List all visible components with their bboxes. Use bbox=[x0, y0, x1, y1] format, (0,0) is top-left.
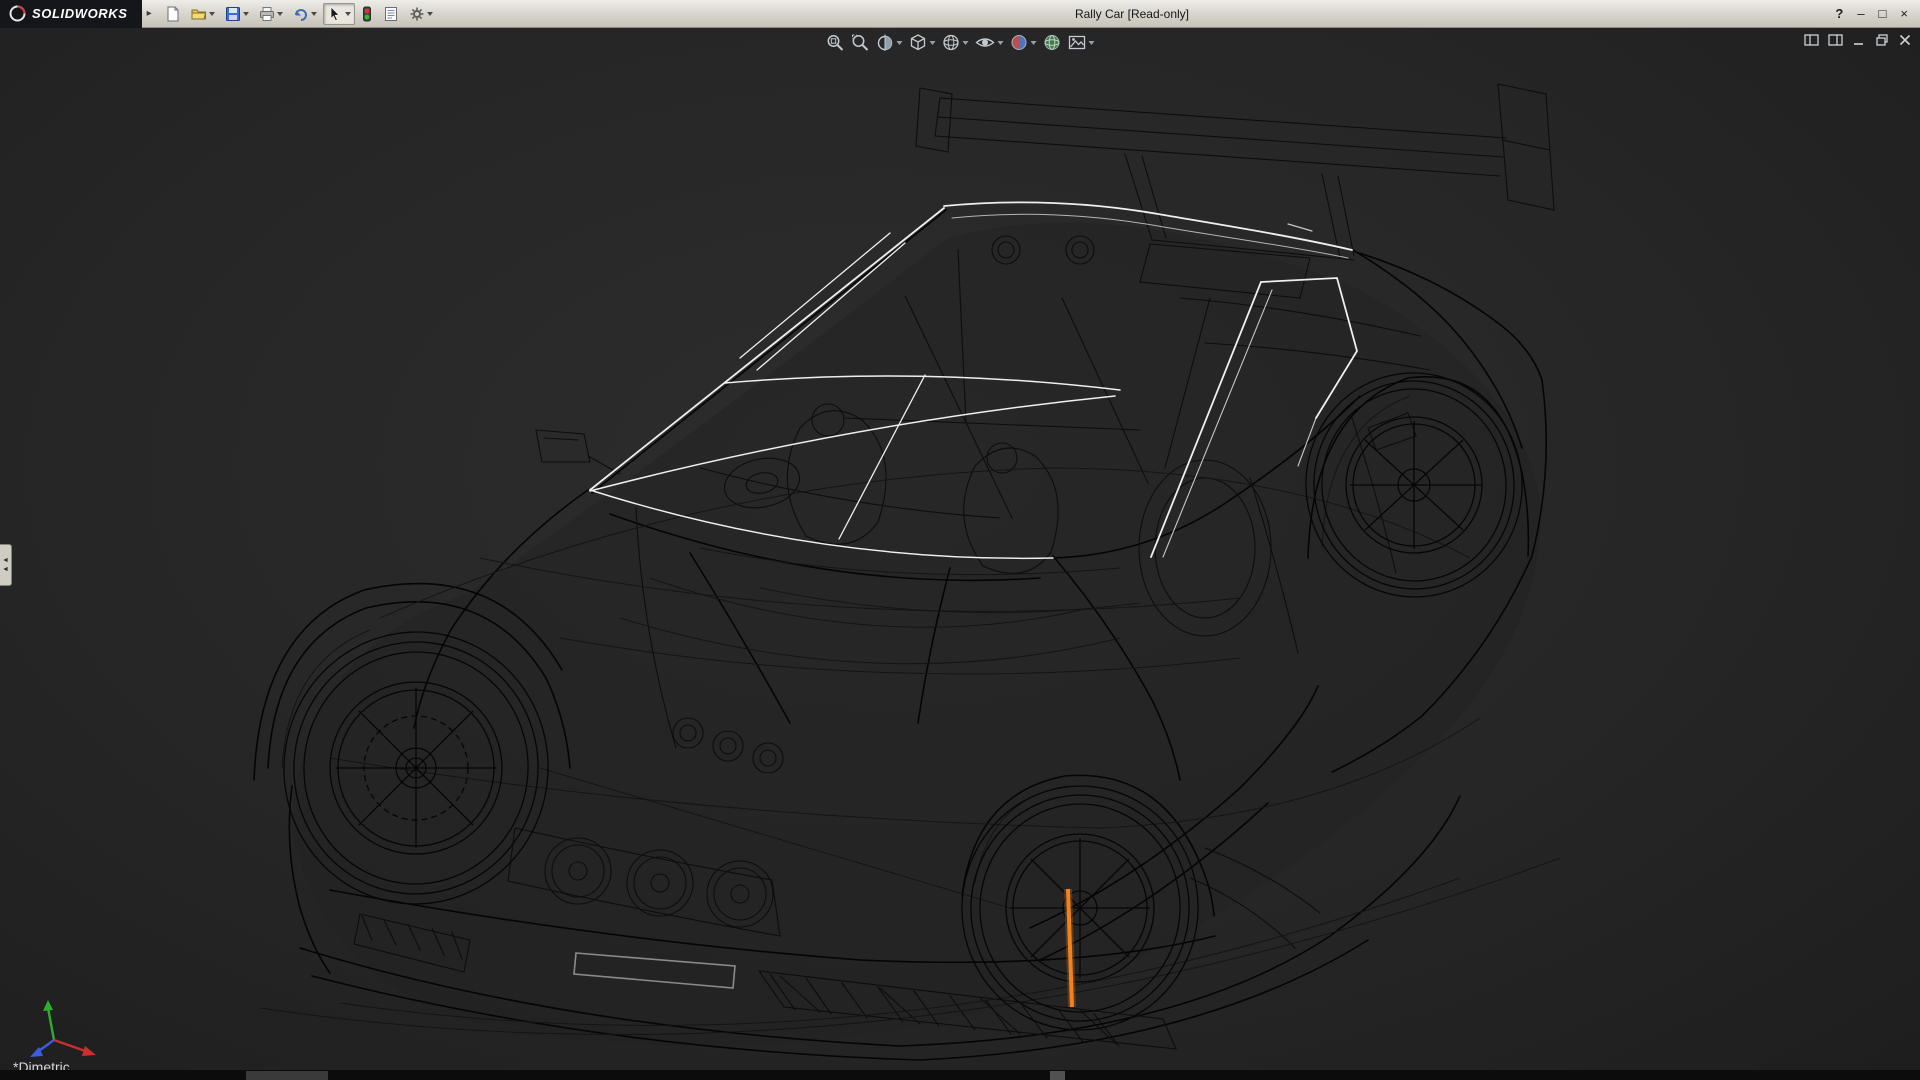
close-button[interactable]: × bbox=[1900, 0, 1908, 28]
section-view-icon bbox=[876, 33, 895, 52]
pane-left-icon bbox=[1804, 33, 1819, 47]
doc-close-button[interactable] bbox=[1898, 33, 1912, 47]
view-orientation-icon bbox=[909, 33, 928, 52]
select-button[interactable] bbox=[323, 3, 355, 25]
solidworks-window: SOLIDWORKS ▸ bbox=[0, 0, 1920, 1080]
hide-show-items-icon bbox=[975, 33, 996, 52]
pane-right-icon bbox=[1828, 33, 1843, 47]
brand-name: SOLIDWORKS bbox=[32, 6, 128, 21]
dropdown-caret-icon[interactable] bbox=[963, 41, 969, 45]
undo-button[interactable] bbox=[289, 3, 321, 25]
taskbar-fragment bbox=[246, 1071, 328, 1080]
new-document-icon bbox=[165, 6, 181, 22]
graphics-viewport[interactable]: ◄ ◄ *Dimetric bbox=[0, 28, 1920, 1070]
titlebar: SOLIDWORKS ▸ bbox=[0, 0, 1920, 28]
standard-toolbar bbox=[157, 3, 437, 25]
pane-right-button[interactable] bbox=[1828, 33, 1843, 47]
select-cursor-icon bbox=[327, 6, 343, 22]
print-button[interactable] bbox=[255, 3, 287, 25]
dropdown-caret-icon[interactable] bbox=[209, 12, 215, 16]
document-title: Rally Car [Read-only] bbox=[437, 7, 1828, 21]
dropdown-caret-icon[interactable] bbox=[1031, 41, 1037, 45]
rebuild-stoplight-icon bbox=[361, 6, 373, 22]
model-viewport-canvas[interactable] bbox=[0, 28, 1920, 1070]
new-document-button[interactable] bbox=[161, 3, 185, 25]
dropdown-caret-icon[interactable] bbox=[345, 12, 351, 16]
open-folder-icon bbox=[191, 6, 207, 22]
minimize-button[interactable]: – bbox=[1857, 0, 1864, 28]
file-properties-button[interactable] bbox=[379, 3, 403, 25]
doc-restore-icon bbox=[1875, 33, 1889, 47]
taskbar-strip bbox=[0, 1070, 1920, 1080]
panel-collapse-arrow-icon: ◄ bbox=[2, 556, 9, 565]
dropdown-caret-icon[interactable] bbox=[243, 12, 249, 16]
dropdown-caret-icon[interactable] bbox=[277, 12, 283, 16]
car-body-shade bbox=[292, 222, 1541, 1045]
3ds-logo-icon bbox=[9, 5, 26, 22]
zoom-to-fit-icon bbox=[826, 33, 845, 52]
dropdown-caret-icon[interactable] bbox=[427, 12, 433, 16]
triad-x-axis-icon bbox=[82, 1046, 96, 1056]
view-orientation-label: *Dimetric bbox=[13, 1059, 70, 1070]
file-properties-icon bbox=[383, 6, 399, 22]
dropdown-caret-icon[interactable] bbox=[897, 41, 903, 45]
zoom-to-area-icon bbox=[851, 33, 870, 52]
doc-minimize-icon bbox=[1852, 33, 1866, 47]
doc-minimize-button[interactable] bbox=[1852, 33, 1866, 47]
zoom-to-area-button[interactable] bbox=[850, 32, 871, 53]
view-orientation-button[interactable] bbox=[908, 32, 937, 53]
feature-manager-collapse-tab[interactable]: ◄ ◄ bbox=[0, 544, 12, 586]
apply-scene-button[interactable] bbox=[1042, 32, 1063, 53]
dropdown-caret-icon[interactable] bbox=[1089, 41, 1095, 45]
reference-triad bbox=[14, 996, 114, 1060]
zoom-to-fit-button[interactable] bbox=[825, 32, 846, 53]
open-button[interactable] bbox=[187, 3, 219, 25]
taskbar-fragment bbox=[1050, 1071, 1065, 1080]
triad-y-axis-icon bbox=[43, 1000, 53, 1011]
save-icon bbox=[225, 6, 241, 22]
save-button[interactable] bbox=[221, 3, 253, 25]
apply-scene-icon bbox=[1043, 33, 1062, 52]
document-window-controls bbox=[1804, 33, 1912, 47]
headsup-view-toolbar bbox=[825, 32, 1096, 53]
view-settings-button[interactable] bbox=[1067, 32, 1096, 53]
edit-appearance-button[interactable] bbox=[1009, 32, 1038, 53]
display-style-button[interactable] bbox=[941, 32, 970, 53]
dropdown-caret-icon[interactable] bbox=[311, 12, 317, 16]
rebuild-button[interactable] bbox=[357, 3, 377, 25]
view-settings-icon bbox=[1068, 33, 1087, 52]
doc-restore-button[interactable] bbox=[1875, 33, 1889, 47]
options-icon bbox=[409, 6, 425, 22]
doc-close-icon bbox=[1898, 33, 1912, 47]
options-button[interactable] bbox=[405, 3, 437, 25]
toolbar-flyout-arrow[interactable]: ▸ bbox=[142, 0, 157, 28]
hide-show-items-button[interactable] bbox=[974, 32, 1005, 53]
solidworks-logo: SOLIDWORKS bbox=[0, 0, 142, 28]
dropdown-caret-icon[interactable] bbox=[930, 41, 936, 45]
undo-icon bbox=[293, 6, 309, 22]
help-button[interactable]: ? bbox=[1835, 0, 1843, 28]
section-view-button[interactable] bbox=[875, 32, 904, 53]
edit-appearance-icon bbox=[1010, 33, 1029, 52]
display-style-icon bbox=[942, 33, 961, 52]
panel-collapse-arrow-icon: ◄ bbox=[2, 565, 9, 574]
pane-left-button[interactable] bbox=[1804, 33, 1819, 47]
window-controls: ? – □ × bbox=[1827, 0, 1920, 28]
print-icon bbox=[259, 6, 275, 22]
dropdown-caret-icon[interactable] bbox=[998, 41, 1004, 45]
maximize-button[interactable]: □ bbox=[1879, 0, 1887, 28]
